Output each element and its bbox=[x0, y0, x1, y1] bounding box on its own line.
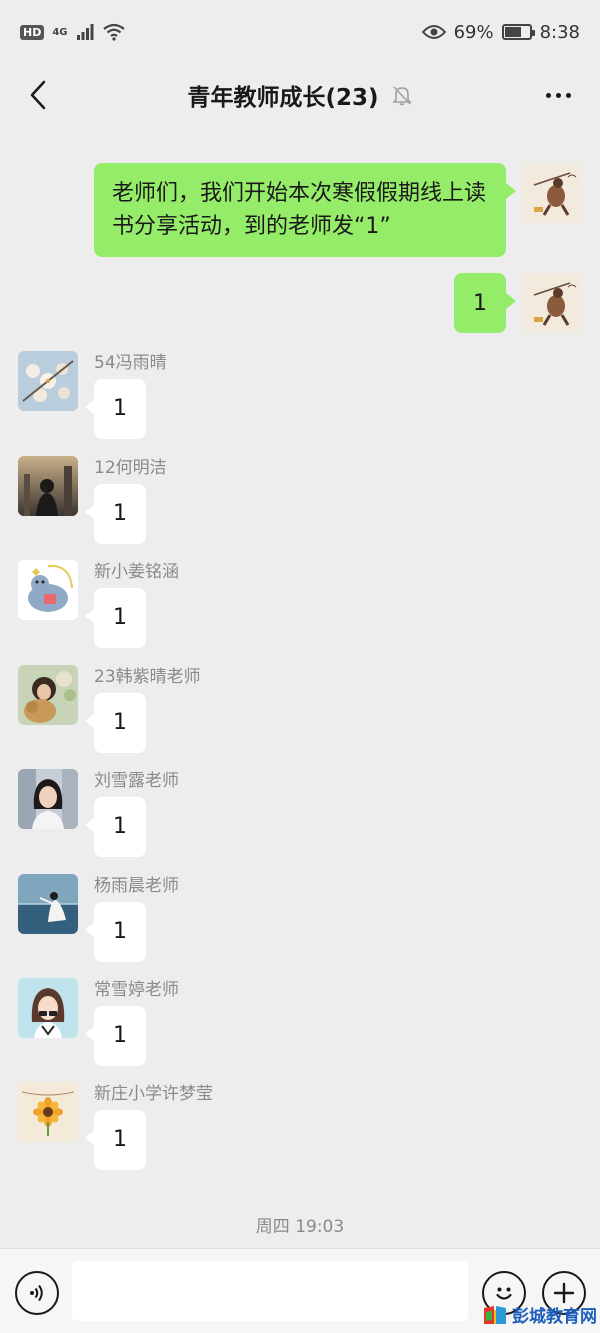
seaside-avatar-image bbox=[18, 874, 78, 934]
more-dot bbox=[565, 92, 571, 98]
hd-badge: HD bbox=[20, 24, 45, 40]
sunflower-avatar-image bbox=[18, 1082, 78, 1142]
avatar-member-0[interactable] bbox=[18, 351, 78, 411]
chat-header: 青年教师成长(23) bbox=[0, 64, 600, 126]
status-bar: HD 4G 69% 8:38 bbox=[0, 0, 600, 64]
self-message: 1 bbox=[454, 273, 582, 333]
self-avatar-image bbox=[522, 163, 582, 223]
watermark: 彭城教育网 bbox=[482, 1302, 597, 1327]
avatar-member-2[interactable] bbox=[18, 560, 78, 620]
battery-percent: 69% bbox=[453, 21, 494, 43]
member-message: 常雪婷老师 1 bbox=[18, 978, 179, 1066]
member-message-bubble[interactable]: 1 bbox=[85, 797, 146, 857]
status-right: 69% 8:38 bbox=[421, 21, 580, 43]
watermark-text: 彭城教育网 bbox=[512, 1307, 597, 1327]
avatar-member-4[interactable] bbox=[18, 769, 78, 829]
member-message: 12何明洁 1 bbox=[18, 456, 167, 544]
sender-name: 新小姜铭涵 bbox=[94, 562, 179, 582]
avatar-member-5[interactable] bbox=[18, 874, 78, 934]
sender-name: 新庄小学许梦莹 bbox=[94, 1084, 213, 1104]
cartoon-hippo-avatar-image bbox=[18, 560, 78, 620]
back-button[interactable] bbox=[20, 76, 56, 114]
member-message-bubble[interactable]: 1 bbox=[85, 693, 146, 753]
clock: 8:38 bbox=[539, 21, 580, 43]
sender-name: 54冯雨晴 bbox=[94, 353, 167, 373]
self-message: 老师们，我们开始本次寒假假期线上读书分享活动，到的老师发“1” bbox=[94, 163, 582, 257]
avatar-member-3[interactable] bbox=[18, 665, 78, 725]
status-left: HD 4G bbox=[20, 23, 126, 41]
sender-name: 杨雨晨老师 bbox=[94, 876, 179, 896]
member-message-body: 新小姜铭涵 1 bbox=[85, 560, 179, 648]
book-logo-icon bbox=[484, 1305, 506, 1324]
member-message: 新庄小学许梦莹 1 bbox=[18, 1082, 213, 1170]
member-message-bubble[interactable]: 1 bbox=[85, 484, 146, 544]
message-timestamp: 周四 19:03 bbox=[255, 1217, 345, 1237]
member-message-body: 刘雪露老师 1 bbox=[85, 769, 179, 857]
member-message: 刘雪露老师 1 bbox=[18, 769, 179, 857]
sender-name: 12何明洁 bbox=[94, 458, 167, 478]
member-message-body: 12何明洁 1 bbox=[85, 456, 167, 544]
self-message-bubble[interactable]: 1 bbox=[454, 273, 516, 333]
avatar-member-7[interactable] bbox=[18, 1082, 78, 1142]
battery-level bbox=[504, 27, 522, 37]
portrait-avatar-image bbox=[18, 769, 78, 829]
member-message-bubble[interactable]: 1 bbox=[85, 379, 146, 439]
avatar-member-1[interactable] bbox=[18, 456, 78, 516]
member-message: 54冯雨晴 1 bbox=[18, 351, 167, 439]
self-avatar-image bbox=[522, 273, 582, 333]
more-dot bbox=[555, 92, 561, 98]
message-input[interactable] bbox=[72, 1261, 468, 1321]
member-message-body: 新庄小学许梦莹 1 bbox=[85, 1082, 213, 1170]
title-group: 青年教师成长(23) bbox=[187, 78, 412, 112]
member-message-bubble[interactable]: 1 bbox=[85, 902, 146, 962]
silhouette-avatar-image bbox=[18, 456, 78, 516]
girl-with-dog-avatar-image bbox=[18, 665, 78, 725]
blossom-avatar-image bbox=[18, 351, 78, 411]
chat-title: 青年教师成长(23) bbox=[187, 85, 379, 111]
network-type: 4G bbox=[52, 26, 68, 38]
member-message-body: 常雪婷老师 1 bbox=[85, 978, 179, 1066]
member-message-body: 54冯雨晴 1 bbox=[85, 351, 167, 439]
self-avatar[interactable] bbox=[522, 273, 582, 333]
back-chevron-icon bbox=[30, 80, 46, 110]
more-options-button[interactable] bbox=[538, 78, 578, 112]
illustrated-girl-avatar-image bbox=[18, 978, 78, 1038]
member-message: 杨雨晨老师 1 bbox=[18, 874, 179, 962]
wifi-icon bbox=[102, 23, 125, 41]
member-message: 23韩紫晴老师 1 bbox=[18, 665, 201, 753]
voice-button[interactable] bbox=[15, 1271, 59, 1315]
more-dot bbox=[545, 92, 551, 98]
signal-icon bbox=[76, 24, 94, 40]
self-avatar[interactable] bbox=[522, 163, 582, 223]
battery-icon bbox=[501, 24, 535, 40]
member-message: 新小姜铭涵 1 bbox=[18, 560, 179, 648]
mute-bell-icon bbox=[391, 86, 412, 106]
sender-name: 常雪婷老师 bbox=[94, 980, 179, 1000]
sender-name: 刘雪露老师 bbox=[94, 771, 179, 791]
avatar-member-6[interactable] bbox=[18, 978, 78, 1038]
member-message-body: 23韩紫晴老师 1 bbox=[85, 665, 201, 753]
member-message-bubble[interactable]: 1 bbox=[85, 1110, 146, 1170]
member-message-body: 杨雨晨老师 1 bbox=[85, 874, 179, 962]
member-message-bubble[interactable]: 1 bbox=[85, 588, 146, 648]
member-message-bubble[interactable]: 1 bbox=[85, 1006, 146, 1066]
self-message-bubble[interactable]: 老师们，我们开始本次寒假假期线上读书分享活动，到的老师发“1” bbox=[94, 163, 516, 257]
voice-icon bbox=[30, 1284, 43, 1302]
sender-name: 23韩紫晴老师 bbox=[94, 667, 201, 687]
eye-icon bbox=[421, 25, 446, 39]
